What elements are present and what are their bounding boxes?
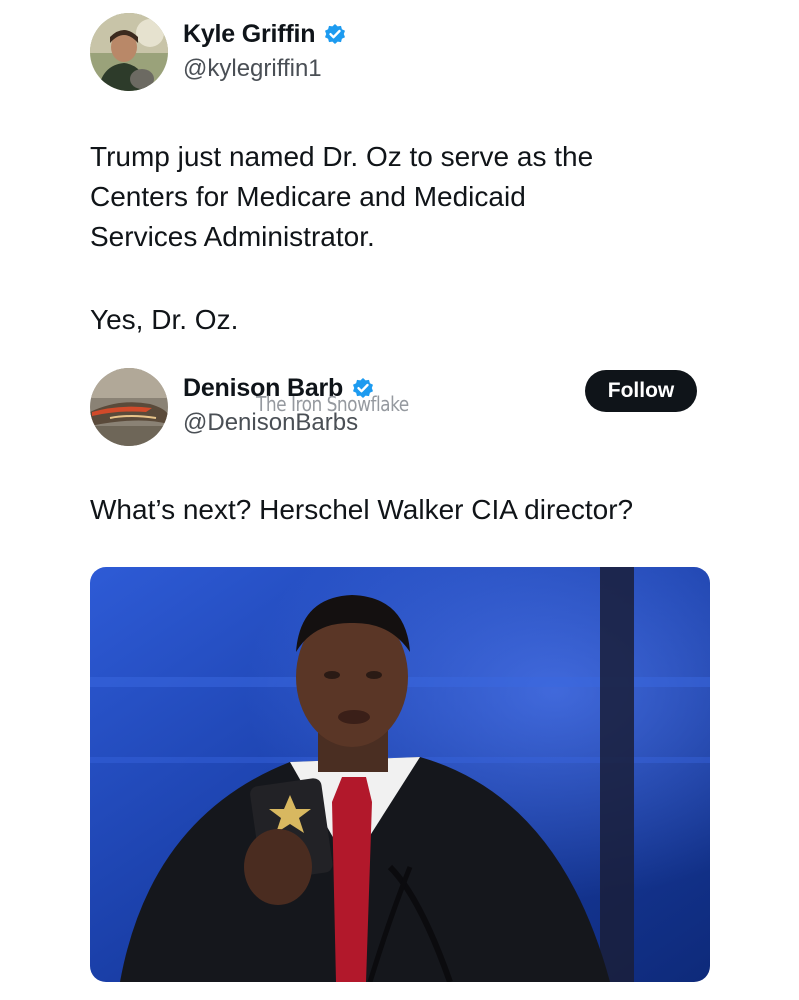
verified-badge-icon: [323, 23, 347, 47]
author-avatar[interactable]: [90, 13, 168, 91]
author-name[interactable]: Kyle Griffin: [183, 20, 316, 49]
quoted-tweet-text: What’s next? Herschel Walker CIA directo…: [90, 494, 634, 525]
author-handle[interactable]: @kylegriffin1: [183, 55, 322, 83]
follow-button[interactable]: Follow: [585, 370, 697, 412]
tweet-text-2: Yes, Dr. Oz.: [90, 304, 239, 335]
quoted-author-avatar[interactable]: [90, 368, 168, 446]
tweet-text: Trump just named Dr. Oz to serve as the …: [90, 141, 594, 252]
watermark: The Iron Snowflake: [256, 392, 409, 416]
tweet-media-image[interactable]: [90, 567, 710, 982]
